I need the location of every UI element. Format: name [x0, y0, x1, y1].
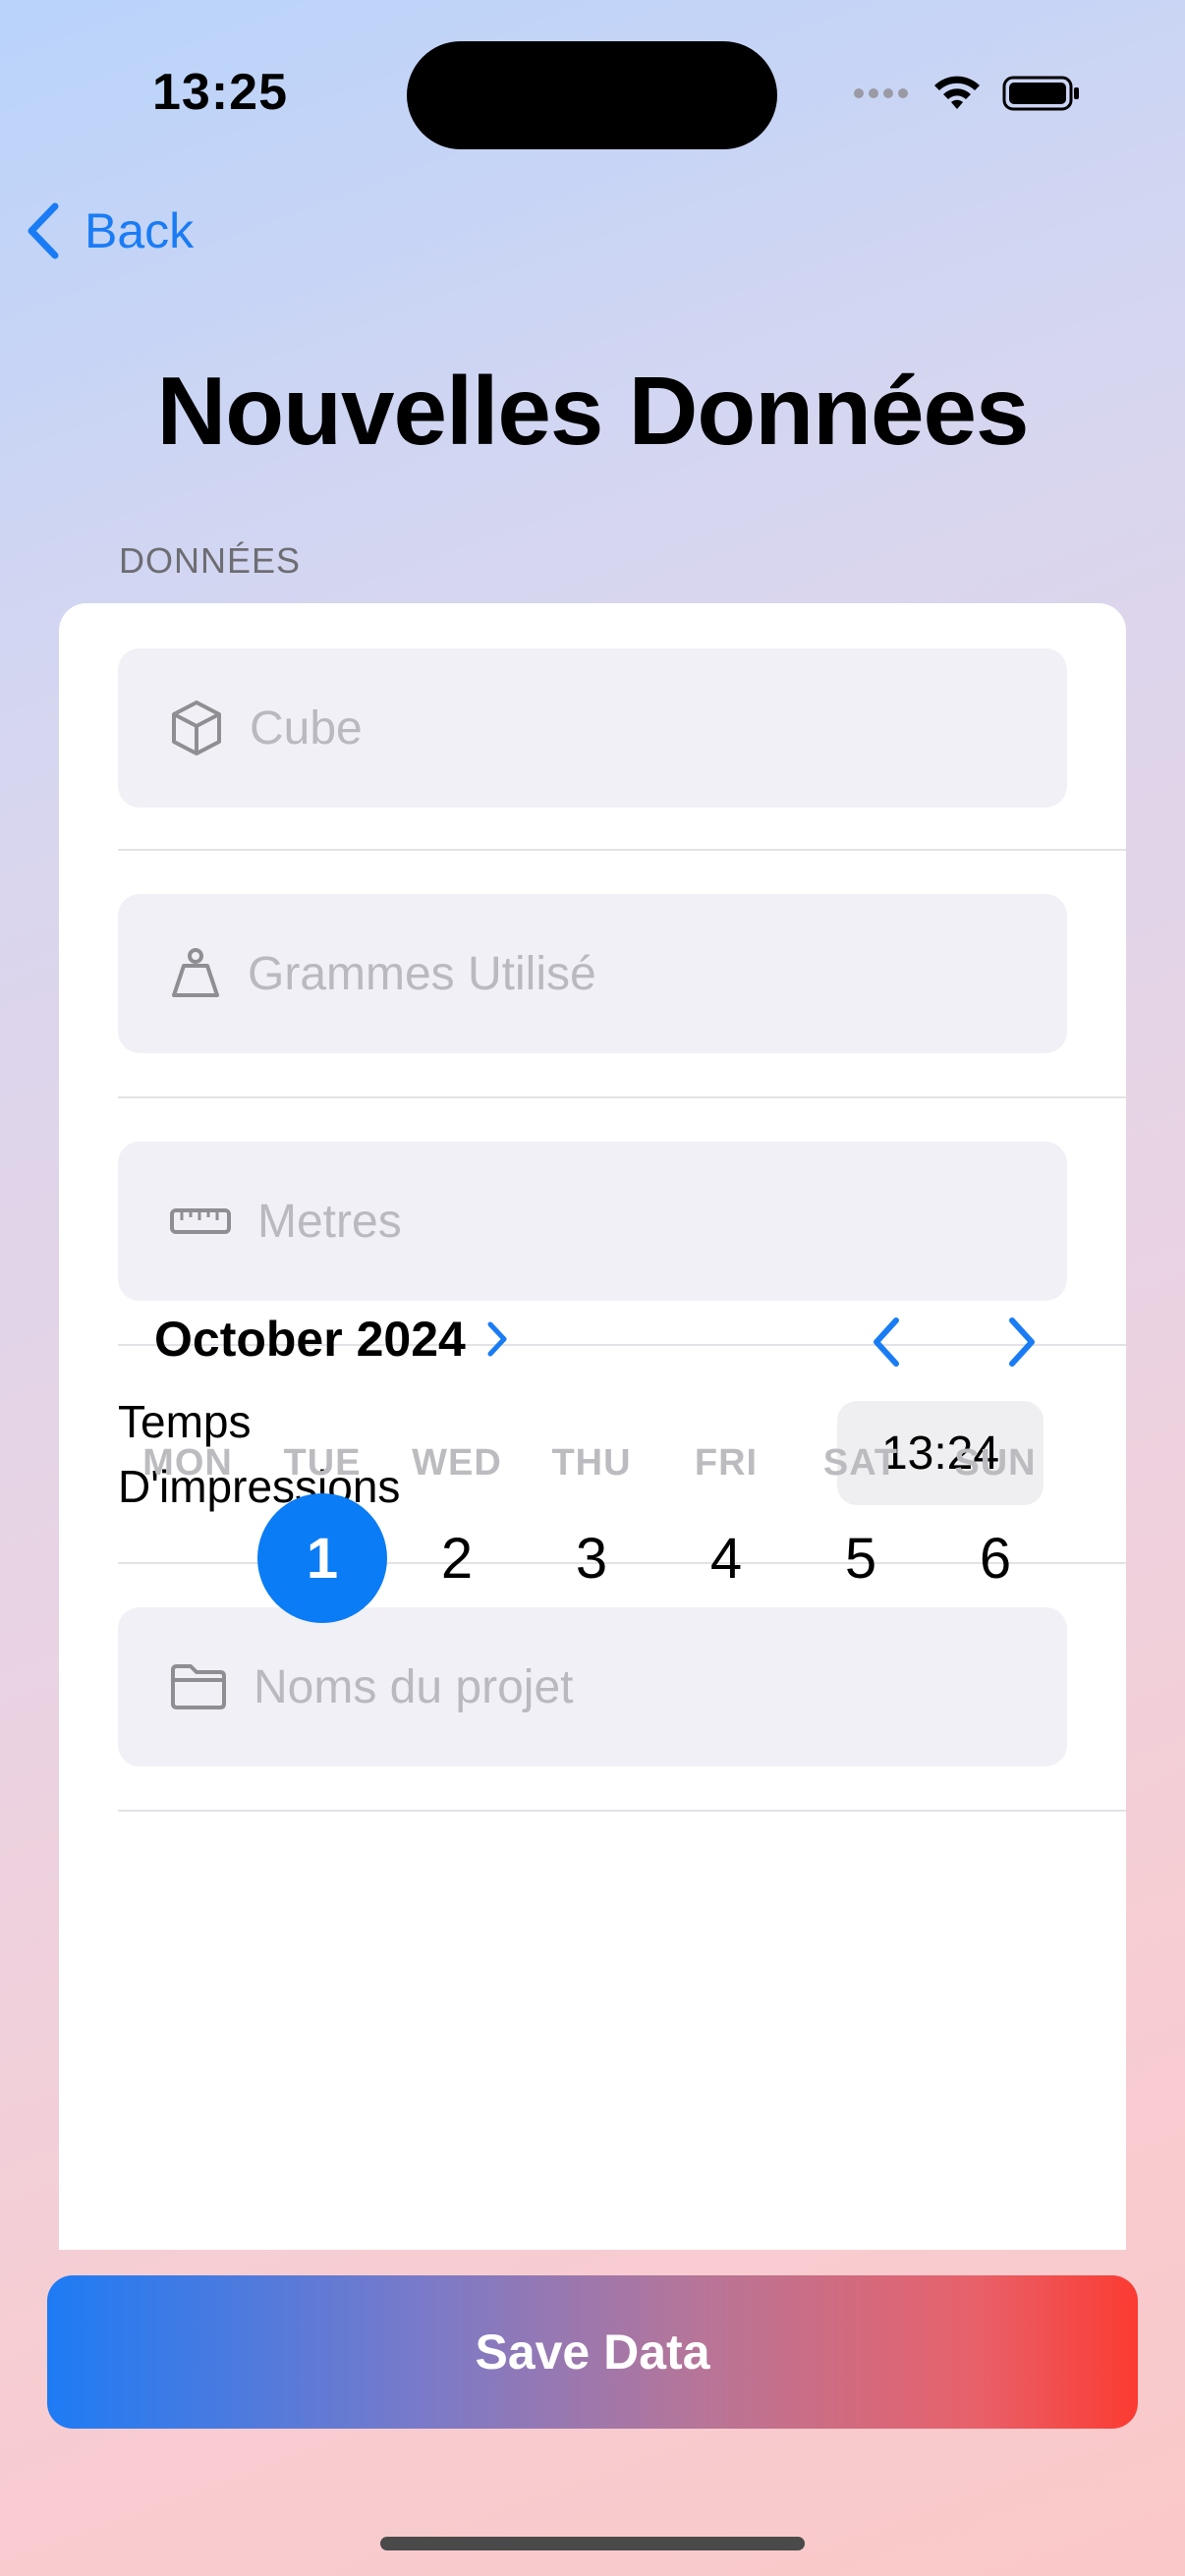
- battery-icon: [1002, 76, 1079, 111]
- month-picker-button[interactable]: October 2024: [154, 1311, 509, 1368]
- meters-field[interactable]: Metres: [118, 1142, 1067, 1301]
- weekday-header: MON TUE WED THU FRI SAT SUN: [59, 1442, 1126, 1491]
- status-bar: 13:25: [0, 0, 1185, 187]
- weekday-label: MON: [142, 1442, 233, 1484]
- wifi-icon: [934, 76, 980, 109]
- chevron-right-icon: [1009, 1317, 1035, 1367]
- divider: [118, 1810, 1126, 1812]
- weekday-label: SAT: [822, 1442, 899, 1484]
- calendar-day[interactable]: 4: [661, 1493, 791, 1623]
- chevron-right-icon: [487, 1321, 507, 1357]
- next-month-button[interactable]: [1000, 1313, 1044, 1376]
- divider: [118, 849, 1126, 851]
- weekday-label: THU: [551, 1442, 632, 1484]
- weekday-label: FRI: [694, 1442, 759, 1484]
- calendar-day[interactable]: 3: [527, 1493, 656, 1623]
- home-indicator[interactable]: [380, 2537, 805, 2550]
- grams-field[interactable]: Grammes Utilisé: [118, 894, 1067, 1053]
- weekday-label: WED: [412, 1442, 502, 1484]
- calendar-day[interactable]: 2: [392, 1493, 522, 1623]
- dynamic-island: [407, 41, 777, 149]
- status-icons: [853, 69, 1081, 118]
- cellular-signal-icon: [854, 88, 908, 98]
- project-name-field[interactable]: Noms du projet: [118, 1607, 1067, 1766]
- back-label: Back: [85, 203, 195, 258]
- chevron-left-icon: [28, 202, 59, 259]
- cube-placeholder: Cube: [250, 701, 363, 755]
- divider: [118, 1096, 1126, 1098]
- grams-placeholder: Grammes Utilisé: [248, 947, 596, 1000]
- form-card: Cube Grammes Utilisé Metres Temps D'impr…: [59, 603, 1126, 2250]
- scale-weight-icon: [169, 946, 222, 1001]
- cube-icon: [169, 699, 224, 757]
- previous-month-button[interactable]: [865, 1313, 908, 1376]
- weekday-label: TUE: [283, 1442, 362, 1484]
- calendar-day-selected[interactable]: 1: [257, 1493, 387, 1623]
- month-label: October 2024: [154, 1312, 466, 1367]
- save-data-button[interactable]: Save Data: [47, 2275, 1138, 2429]
- project-placeholder: Noms du projet: [254, 1660, 574, 1713]
- calendar-day[interactable]: 5: [796, 1493, 926, 1623]
- weekday-label: SUN: [954, 1442, 1037, 1484]
- calendar-days: 1 2 3 4 5 6: [59, 1493, 1126, 1631]
- chevron-left-icon: [874, 1317, 899, 1367]
- cube-field[interactable]: Cube: [118, 648, 1067, 808]
- ruler-icon: [169, 1204, 232, 1238]
- section-header: DONNÉES: [119, 540, 302, 581]
- back-button[interactable]: Back: [24, 196, 194, 265]
- folder-icon: [169, 1662, 228, 1711]
- page-title: Nouvelles Données: [156, 357, 1029, 465]
- status-time: 13:25: [152, 64, 288, 121]
- meters-placeholder: Metres: [257, 1195, 402, 1248]
- calendar-day[interactable]: 6: [931, 1493, 1060, 1623]
